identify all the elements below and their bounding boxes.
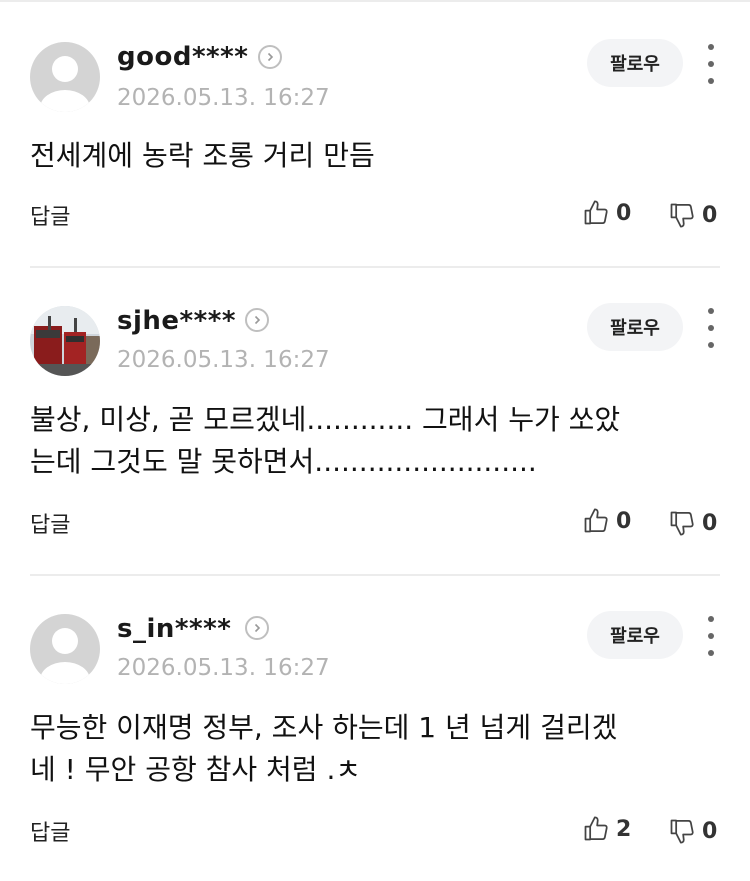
follow-button[interactable]: 팔로우 bbox=[587, 303, 683, 351]
avatar[interactable] bbox=[30, 42, 100, 112]
dislike-count: 0 bbox=[702, 818, 718, 844]
reply-button[interactable]: 답글 bbox=[30, 507, 70, 539]
like-count: 0 bbox=[616, 508, 632, 534]
more-options-icon[interactable] bbox=[700, 616, 722, 656]
username[interactable]: sjhe**** bbox=[117, 306, 236, 336]
like-count: 2 bbox=[616, 816, 632, 842]
more-options-icon[interactable] bbox=[700, 308, 722, 348]
thumbs-up-icon bbox=[584, 200, 608, 225]
dislike-count: 0 bbox=[702, 202, 718, 228]
dislike-button[interactable]: 0 bbox=[668, 816, 717, 846]
thumbs-up-icon bbox=[584, 816, 608, 841]
default-avatar-icon bbox=[30, 42, 100, 112]
comment-text: 불상, 미상, 곧 모르겠네............ 그래서 누가 쏘았 는데 … bbox=[30, 399, 710, 483]
comment-date: 2026.05.13. 16:27 bbox=[117, 85, 330, 111]
user-photo-avatar bbox=[30, 306, 100, 376]
dislike-button[interactable]: 0 bbox=[668, 200, 717, 230]
more-options-icon[interactable] bbox=[700, 44, 722, 84]
like-button[interactable]: 0 bbox=[582, 198, 631, 228]
like-button[interactable]: 2 bbox=[582, 814, 631, 844]
comment-text: 무능한 이재명 정부, 조사 하는데 1 년 넘게 걸리겠 네 ! 무안 공항 … bbox=[30, 707, 710, 791]
thumbs-up-icon bbox=[584, 508, 608, 533]
username[interactable]: good**** bbox=[117, 42, 248, 72]
username[interactable]: s_in**** bbox=[117, 614, 231, 644]
divider bbox=[30, 266, 720, 268]
follow-button[interactable]: 팔로우 bbox=[587, 39, 683, 87]
reply-button[interactable]: 답글 bbox=[30, 199, 70, 231]
follow-button[interactable]: 팔로우 bbox=[587, 611, 683, 659]
chevron-right-icon[interactable] bbox=[245, 308, 269, 332]
chevron-right-icon[interactable] bbox=[245, 616, 269, 640]
dislike-button[interactable]: 0 bbox=[668, 508, 717, 538]
comment-text-line: 는데 그것도 말 못하면서......................... bbox=[30, 445, 537, 478]
comment-text-line: 네 ! 무안 공항 참사 처럼 .ㅊ bbox=[30, 753, 362, 786]
dislike-count: 0 bbox=[702, 510, 718, 536]
avatar[interactable] bbox=[30, 614, 100, 684]
comment-text: 전세계에 농락 조롱 거리 만듬 bbox=[30, 135, 710, 177]
top-divider bbox=[0, 0, 750, 2]
comment-text-line: 불상, 미상, 곧 모르겠네............ 그래서 누가 쏘았 bbox=[30, 403, 621, 436]
thumbs-down-icon bbox=[670, 511, 694, 536]
avatar[interactable] bbox=[30, 306, 100, 376]
thumbs-down-icon bbox=[670, 819, 694, 844]
reply-button[interactable]: 답글 bbox=[30, 815, 70, 847]
default-avatar-icon bbox=[30, 614, 100, 684]
comment-date: 2026.05.13. 16:27 bbox=[117, 655, 330, 681]
divider bbox=[30, 574, 720, 576]
thumbs-down-icon bbox=[670, 203, 694, 228]
comment-text-line: 전세계에 농락 조롱 거리 만듬 bbox=[30, 139, 375, 172]
comment-text-line: 무능한 이재명 정부, 조사 하는데 1 년 넘게 걸리겠 bbox=[30, 711, 618, 744]
chevron-right-icon[interactable] bbox=[258, 45, 282, 69]
comment-date: 2026.05.13. 16:27 bbox=[117, 347, 330, 373]
like-button[interactable]: 0 bbox=[582, 506, 631, 536]
like-count: 0 bbox=[616, 200, 632, 226]
